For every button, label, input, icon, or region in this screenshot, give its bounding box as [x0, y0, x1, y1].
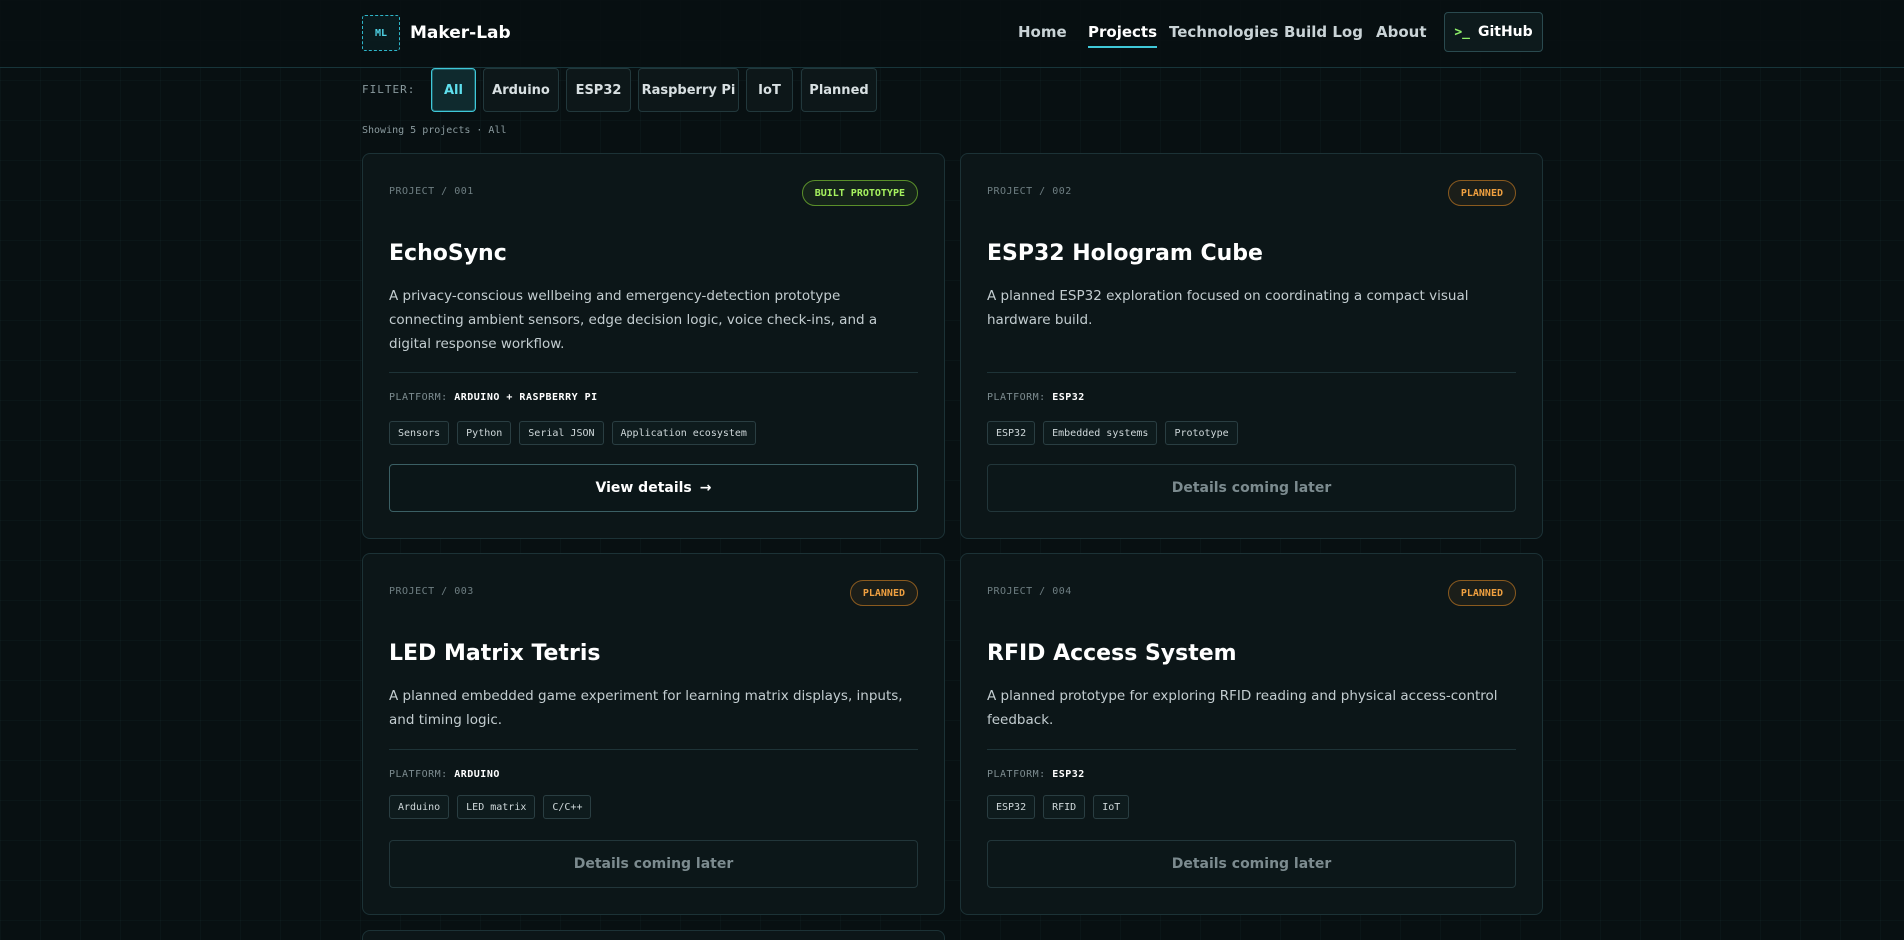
card-divider	[987, 749, 1516, 750]
button-label: View details	[595, 480, 692, 496]
project-platform: PLATFORM: ARDUINO + RASPBERRY PI	[389, 392, 598, 403]
project-card-005	[362, 930, 945, 940]
platform-value: ESP32	[1052, 769, 1085, 780]
project-description: A planned embedded game experiment for l…	[389, 688, 903, 728]
tag-list: Sensors Python Serial JSON Application e…	[389, 421, 756, 445]
github-label: GitHub	[1477, 24, 1533, 40]
tag: Python	[457, 421, 512, 445]
project-id: PROJECT / 004	[987, 586, 1072, 597]
github-button[interactable]: >_ GitHub	[1444, 12, 1543, 52]
results-count: Showing 5 projects · All	[362, 125, 507, 136]
tag: Sensors	[389, 421, 450, 445]
logo-mark-icon: ML	[362, 15, 400, 51]
tag: C/C++	[543, 795, 592, 819]
tag: RFID	[1043, 795, 1086, 819]
tag-list: ESP32 Embedded systems Prototype	[987, 421, 1238, 445]
filter-label: FILTER:	[362, 83, 416, 96]
nav-build-log[interactable]: Build Log	[1284, 23, 1363, 41]
platform-label: PLATFORM:	[389, 769, 448, 780]
filter-chip-raspberry-pi[interactable]: Raspberry Pi	[638, 68, 739, 112]
filter-chip-arduino[interactable]: Arduino	[483, 68, 559, 112]
platform-label: PLATFORM:	[987, 769, 1046, 780]
platform-value: ESP32	[1052, 392, 1085, 403]
project-description: A planned prototype for exploring RFID r…	[987, 688, 1498, 728]
tag: Serial JSON	[519, 421, 604, 445]
status-badge: PLANNED	[1447, 580, 1516, 606]
tag: ESP32	[987, 795, 1036, 819]
card-divider	[389, 749, 918, 750]
project-title: ESP32 Hologram Cube	[987, 241, 1263, 266]
nav-home[interactable]: Home	[1018, 23, 1067, 41]
status-badge: BUILT PROTOTYPE	[801, 180, 918, 206]
filter-chip-esp32[interactable]: ESP32	[566, 68, 631, 112]
tag-list: Arduino LED matrix C/C++	[389, 795, 592, 819]
site-logo[interactable]: ML Maker-Lab	[362, 15, 511, 51]
filter-chip-iot[interactable]: IoT	[746, 68, 793, 112]
project-card-001: PROJECT / 001 BUILT PROTOTYPE EchoSync A…	[362, 153, 945, 539]
project-platform: PLATFORM: ESP32	[987, 769, 1085, 780]
platform-label: PLATFORM:	[987, 392, 1046, 403]
card-divider	[389, 372, 918, 373]
tag: IoT	[1093, 795, 1130, 819]
nav-technologies[interactable]: Technologies	[1169, 23, 1278, 41]
status-badge: PLANNED	[849, 580, 918, 606]
project-description: A privacy-conscious wellbeing and emerge…	[389, 288, 878, 352]
platform-value: ARDUINO + RASPBERRY PI	[454, 392, 598, 403]
tag: Arduino	[389, 795, 450, 819]
project-card-003: PROJECT / 003 PLANNED LED Matrix Tetris …	[362, 553, 945, 915]
status-badge: PLANNED	[1447, 180, 1516, 206]
tag: Application ecosystem	[611, 421, 756, 445]
details-coming-later-button[interactable]: Details coming later	[987, 840, 1516, 888]
details-coming-later-button[interactable]: Details coming later	[389, 840, 918, 888]
project-platform: PLATFORM: ESP32	[987, 392, 1085, 403]
nav-about[interactable]: About	[1376, 23, 1427, 41]
terminal-icon: >_	[1454, 24, 1470, 40]
project-card-004: PROJECT / 004 PLANNED RFID Access System…	[960, 553, 1543, 915]
platform-value: ARDUINO	[454, 769, 500, 780]
project-id: PROJECT / 002	[987, 186, 1072, 197]
platform-label: PLATFORM:	[389, 392, 448, 403]
project-title: RFID Access System	[987, 641, 1237, 666]
tag: ESP32	[987, 421, 1036, 445]
project-card-002: PROJECT / 002 PLANNED ESP32 Hologram Cub…	[960, 153, 1543, 539]
nav-projects[interactable]: Projects	[1088, 23, 1158, 48]
arrow-right-icon: →	[699, 480, 712, 496]
tag: LED matrix	[457, 795, 536, 819]
project-description: A planned ESP32 exploration focused on c…	[987, 288, 1469, 328]
project-id: PROJECT / 003	[389, 586, 474, 597]
tag: Embedded systems	[1043, 421, 1158, 445]
project-title: LED Matrix Tetris	[389, 641, 601, 666]
project-id: PROJECT / 001	[389, 186, 474, 197]
details-coming-later-button[interactable]: Details coming later	[987, 464, 1516, 512]
project-title: EchoSync	[389, 241, 507, 266]
tag: Prototype	[1165, 421, 1238, 445]
view-details-button[interactable]: View details →	[389, 464, 918, 512]
card-divider	[987, 372, 1516, 373]
filter-chip-planned[interactable]: Planned	[801, 68, 877, 112]
tag-list: ESP32 RFID IoT	[987, 795, 1130, 819]
logo-text: Maker-Lab	[410, 23, 511, 43]
project-platform: PLATFORM: ARDUINO	[389, 769, 500, 780]
site-header: ML Maker-Lab Home Projects Technologies …	[0, 0, 1904, 68]
filter-chip-all[interactable]: All	[431, 68, 476, 112]
